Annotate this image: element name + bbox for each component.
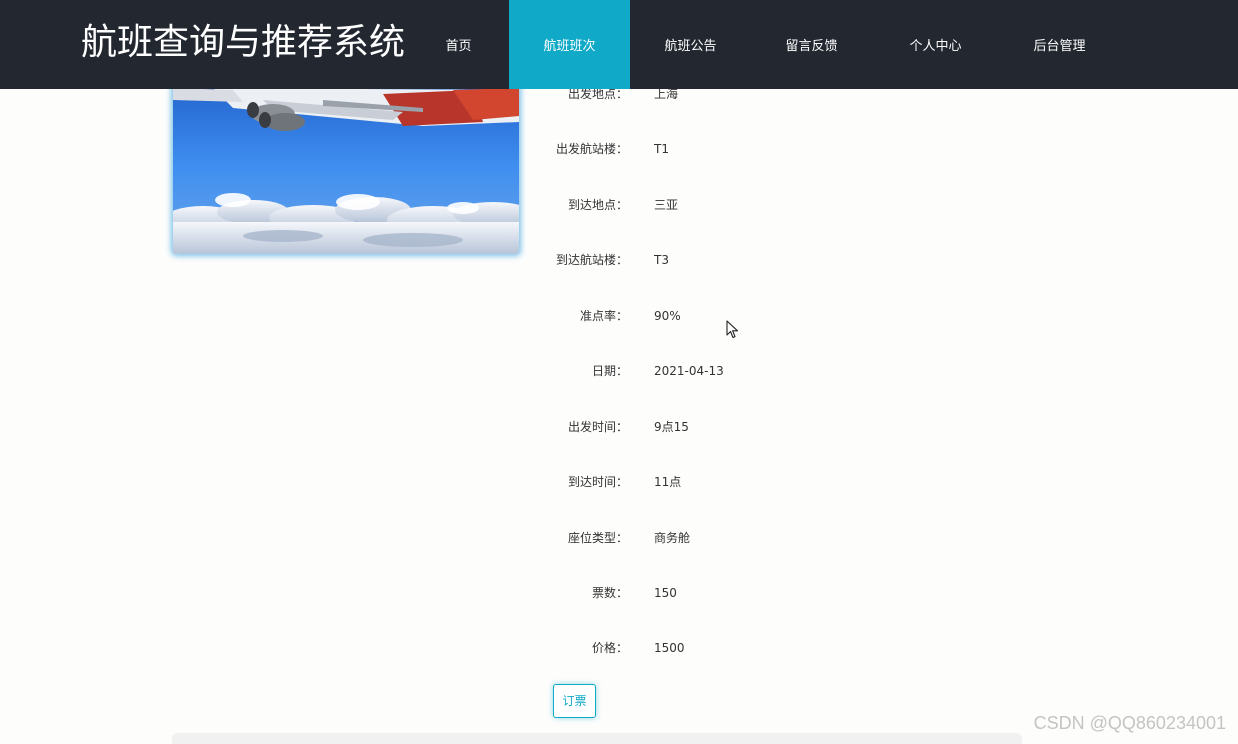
detail-label: 座位类型： (567, 531, 628, 545)
detail-label: 出发时间： (567, 420, 628, 434)
watermark: CSDN @QQ860234001 (1033, 713, 1226, 733)
nav-user-center[interactable]: 个人中心 (875, 0, 996, 89)
detail-label: 到达时间： (567, 475, 628, 489)
detail-row-arrival-terminal: 到达航站楼： T3 (540, 250, 900, 270)
detail-label: 准点率： (579, 309, 628, 323)
nav-admin[interactable]: 后台管理 (999, 0, 1120, 89)
detail-value: 90% (654, 309, 681, 323)
nav-flights[interactable]: 航班班次 (509, 0, 630, 89)
detail-label: 出发航站楼： (555, 142, 628, 156)
site-title: 航班查询与推荐系统 (81, 22, 406, 63)
bottom-panel (172, 733, 1022, 744)
flight-image (173, 60, 519, 254)
detail-row-on-time-rate: 准点率： 90% (540, 306, 900, 326)
detail-row-ticket-count: 票数： 150 (540, 583, 900, 603)
detail-value: 150 (654, 586, 677, 600)
detail-label: 到达航站楼： (555, 253, 628, 267)
detail-row-departure-terminal: 出发航站楼： T1 (540, 139, 900, 159)
detail-row-price: 价格： 1500 (540, 638, 900, 658)
detail-label: 价格： (591, 641, 628, 655)
mouse-cursor-icon (726, 320, 739, 339)
nav-announcements[interactable]: 航班公告 (630, 0, 751, 89)
detail-value: 1500 (654, 641, 685, 655)
detail-label: 到达地点： (567, 198, 628, 212)
detail-row-seat-type: 座位类型： 商务舱 (540, 528, 900, 548)
top-navbar: 航班查询与推荐系统 首页 航班班次 航班公告 留言反馈 个人中心 后台管理 (0, 0, 1238, 89)
book-ticket-button[interactable]: 订票 (553, 684, 596, 718)
detail-row-date: 日期： 2021-04-13 (540, 361, 900, 381)
detail-value: 9点15 (654, 420, 689, 434)
detail-value: 三亚 (654, 198, 679, 212)
detail-row-departure-time: 出发时间： 9点15 (540, 417, 900, 437)
nav-home[interactable]: 首页 (398, 0, 519, 89)
page: 航班查询与推荐系统 首页 航班班次 航班公告 留言反馈 个人中心 后台管理 出发… (0, 0, 1238, 744)
detail-label: 日期： (591, 364, 628, 378)
detail-value: 商务舱 (654, 531, 691, 545)
detail-value: 2021-04-13 (654, 364, 724, 378)
detail-value: T3 (654, 253, 669, 267)
detail-row-arrival-time: 到达时间： 11点 (540, 472, 900, 492)
detail-label: 票数： (591, 586, 628, 600)
detail-row-arrival-city: 到达地点： 三亚 (540, 195, 900, 215)
nav-feedback[interactable]: 留言反馈 (751, 0, 872, 89)
detail-value: 11点 (654, 475, 682, 489)
detail-value: T1 (654, 142, 669, 156)
